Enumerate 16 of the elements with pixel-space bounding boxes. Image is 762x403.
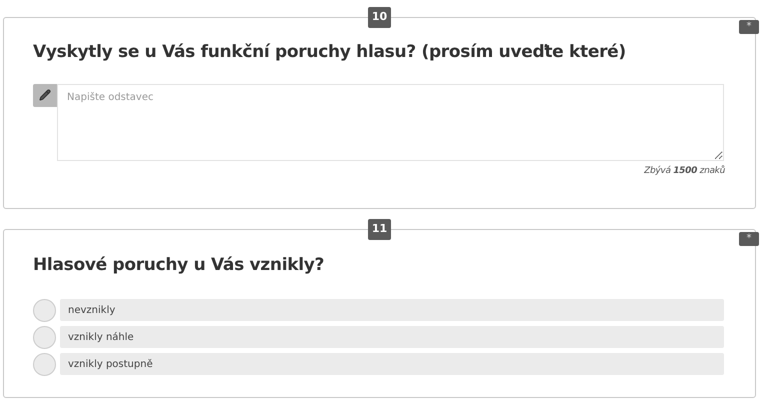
radio-button[interactable]: [33, 352, 56, 376]
option-label[interactable]: vznikly náhle: [60, 326, 724, 348]
character-counter: Zbývá 1500 znaků: [644, 164, 725, 178]
pencil-icon: [39, 89, 51, 101]
question-title: Hlasové poruchy u Vás vznikly?: [33, 254, 326, 277]
required-badge: *: [739, 20, 759, 34]
question-number-badge: 11: [368, 219, 391, 240]
radio-button[interactable]: [33, 298, 56, 322]
option-label[interactable]: nevznikly: [60, 299, 724, 321]
required-badge: *: [739, 232, 759, 246]
option-label[interactable]: vznikly postupně: [60, 353, 724, 375]
question-title: Vyskytly se u Vás funkční poruchy hlasu? (prosím uveďte které): [33, 41, 627, 64]
paragraph-input[interactable]: Napište odstavec: [57, 84, 724, 160]
pencil-button[interactable]: [33, 84, 57, 106]
question-number-badge: 10: [368, 7, 391, 28]
radio-button[interactable]: [33, 326, 56, 348]
